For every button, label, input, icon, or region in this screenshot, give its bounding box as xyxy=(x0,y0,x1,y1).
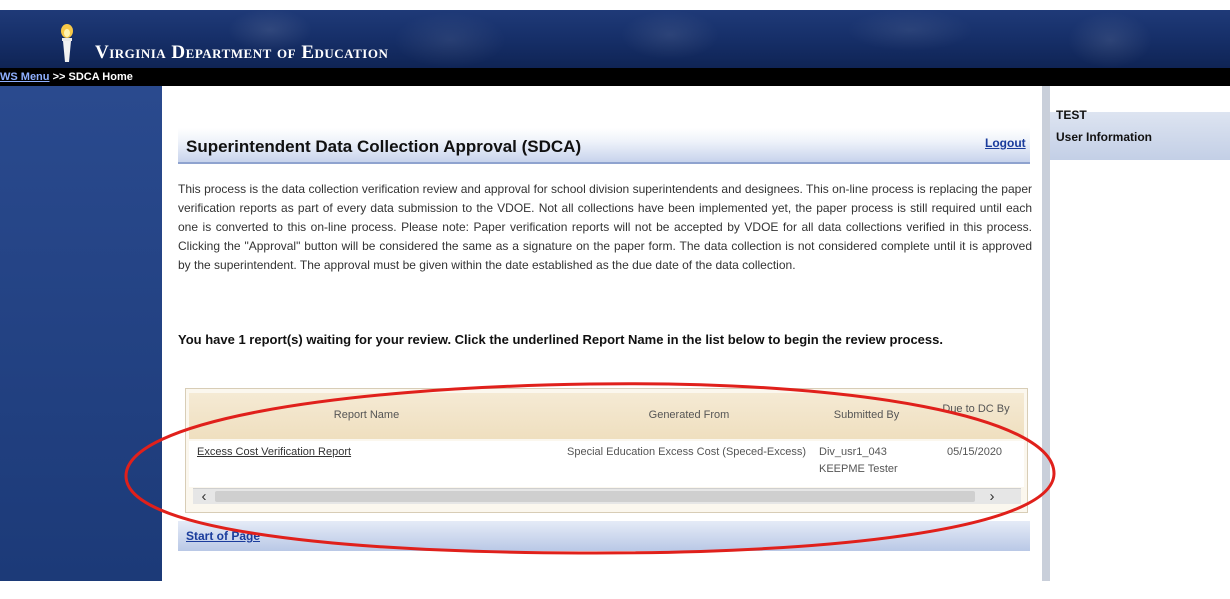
report-name-link[interactable]: Excess Cost Verification Report xyxy=(197,444,537,461)
user-information-heading[interactable]: User Information xyxy=(1056,130,1152,144)
table-header: Report Name Generated From Submitted By … xyxy=(189,393,1024,439)
page-title: Superintendent Data Collection Approval … xyxy=(186,137,582,156)
torch-icon xyxy=(61,24,73,62)
due-date-cell: 05/15/2020 xyxy=(947,446,1003,458)
breadcrumb-menu-link[interactable]: WS Menu xyxy=(0,71,50,83)
scroll-left-icon[interactable]: ‹ xyxy=(195,489,213,505)
start-of-page-link[interactable]: Start of Page xyxy=(186,529,260,543)
right-panel-label: TEST xyxy=(1056,108,1087,122)
generated-from-cell: Special Education Excess Cost (Speced-Ex… xyxy=(567,446,807,458)
page-title-bar: Superintendent Data Collection Approval … xyxy=(178,128,1030,164)
column-header-report-name[interactable]: Report Name xyxy=(189,409,544,421)
left-sidebar xyxy=(0,86,162,581)
review-prompt: You have 1 report(s) waiting for your re… xyxy=(178,332,943,347)
brand-title: Virginia Department of Education xyxy=(95,42,389,63)
logout-link[interactable]: Logout xyxy=(985,136,1026,150)
column-header-due-date[interactable]: Due to DC By xyxy=(941,401,1011,417)
scroll-right-icon[interactable]: › xyxy=(983,489,1001,505)
horizontal-scrollbar[interactable]: ‹ › xyxy=(193,488,1021,505)
scroll-thumb[interactable] xyxy=(215,491,975,502)
breadcrumb-bar xyxy=(0,68,1230,86)
breadcrumb-separator: >> xyxy=(52,71,66,83)
description-text: This process is the data collection veri… xyxy=(178,182,1032,272)
start-of-page-bar: Start of Page xyxy=(178,521,1030,551)
breadcrumb: WS Menu >> SDCA Home xyxy=(0,71,133,83)
submitted-by-cell: Div_usr1_043 KEEPME Tester xyxy=(819,446,898,475)
column-header-submitted-by[interactable]: Submitted By xyxy=(819,409,914,421)
table-row: Excess Cost Verification Report Special … xyxy=(189,441,1024,487)
header-banner: Virginia Department of Education xyxy=(0,10,1230,68)
right-panel: TEST User Information xyxy=(1042,86,1230,581)
report-table: Report Name Generated From Submitted By … xyxy=(185,388,1028,513)
breadcrumb-current: SDCA Home xyxy=(68,71,133,83)
column-header-generated-from[interactable]: Generated From xyxy=(564,409,814,421)
